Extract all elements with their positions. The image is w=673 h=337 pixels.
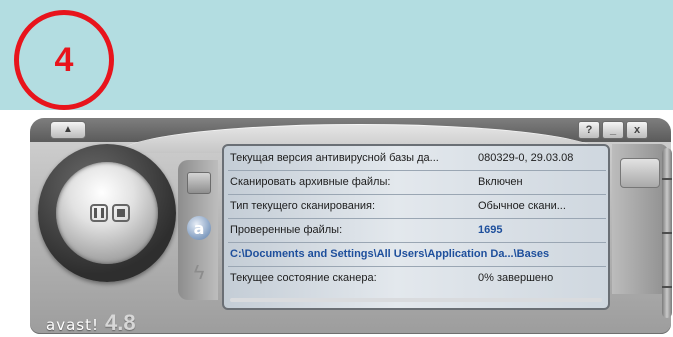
status-value: 0% завершено [478,272,554,284]
avast-logo-button[interactable]: a [186,215,212,241]
control-wheel-center [56,162,158,264]
status-row-scan-type: Тип текущего сканирования: Обычное скани… [230,196,604,216]
avast-logo-icon: a [187,216,211,240]
scroll-notch [662,178,672,180]
eject-button[interactable]: ▲ [50,121,86,139]
row-divider [228,170,606,171]
step-number: 4 [54,40,74,79]
help-button[interactable]: ? [578,121,600,139]
scanned-files-count: 1695 [478,224,503,236]
minimize-button[interactable]: _ [602,121,624,139]
pause-icon-bar [94,208,97,218]
status-row-archives: Сканировать архивные файлы: Включен [230,172,604,192]
chest-icon [187,172,211,194]
status-row-virus-db: Текущая версия антивирусной базы да... 0… [230,148,604,168]
status-label: Текущая версия антивирусной базы да... [230,152,439,164]
brand-version: 4.8 [104,310,136,335]
status-value: Включен [478,176,523,188]
status-label: Тип текущего сканирования: [230,200,376,212]
status-row-scanner-state: Текущее состояние сканера: 0% завершено [230,268,604,288]
pause-icon-bar [101,208,104,218]
status-row-scanned-files: Проверенные файлы: 1695 [230,220,604,240]
stop-icon [117,209,125,217]
row-divider [228,242,606,243]
control-wheel [38,144,176,282]
update-button[interactable]: ϟ [186,260,212,286]
scroll-notch [662,286,672,288]
status-value: 080329-0, 29.03.08 [478,152,574,164]
status-label: Сканировать архивные файлы: [230,176,391,188]
close-button[interactable]: x [626,121,648,139]
row-divider [228,266,606,267]
screen-icon[interactable] [620,158,660,188]
status-label: Текущее состояние сканера: [230,272,377,284]
brand-name: avast! [46,316,99,334]
pause-button[interactable] [90,204,108,222]
virus-chest-button[interactable] [186,170,212,196]
current-path-row: C:\Documents and Settings\All Users\Appl… [230,244,604,264]
status-value: Обычное скани... [478,200,566,212]
row-divider [228,218,606,219]
step-number-annotation: 4 [14,10,114,110]
status-label: Проверенные файлы: [230,224,343,236]
status-panel: Текущая версия антивирусной базы да... 0… [222,144,610,310]
scan-progress-bar [230,298,602,302]
right-dock [612,144,668,294]
window-skin: ▲ ? _ x a ϟ Текущая версия антивирусной … [30,118,672,335]
stop-button[interactable] [112,204,130,222]
provider-sidebar: a ϟ [178,160,218,300]
current-path: C:\Documents and Settings\All Users\Appl… [230,248,550,260]
row-divider [228,194,606,195]
eject-icon: ▲ [63,124,73,135]
help-icon: ? [585,124,593,136]
brand: avast! 4.8 [46,310,136,335]
scroll-notch [662,232,672,234]
background-strip [0,110,22,337]
lightning-icon: ϟ [193,262,205,284]
avast-window: ▲ ? _ x a ϟ Текущая версия антивирусной … [22,110,673,337]
close-icon: x [633,124,641,136]
window-scrollbar[interactable] [662,148,672,318]
minimize-icon: _ [609,124,617,136]
